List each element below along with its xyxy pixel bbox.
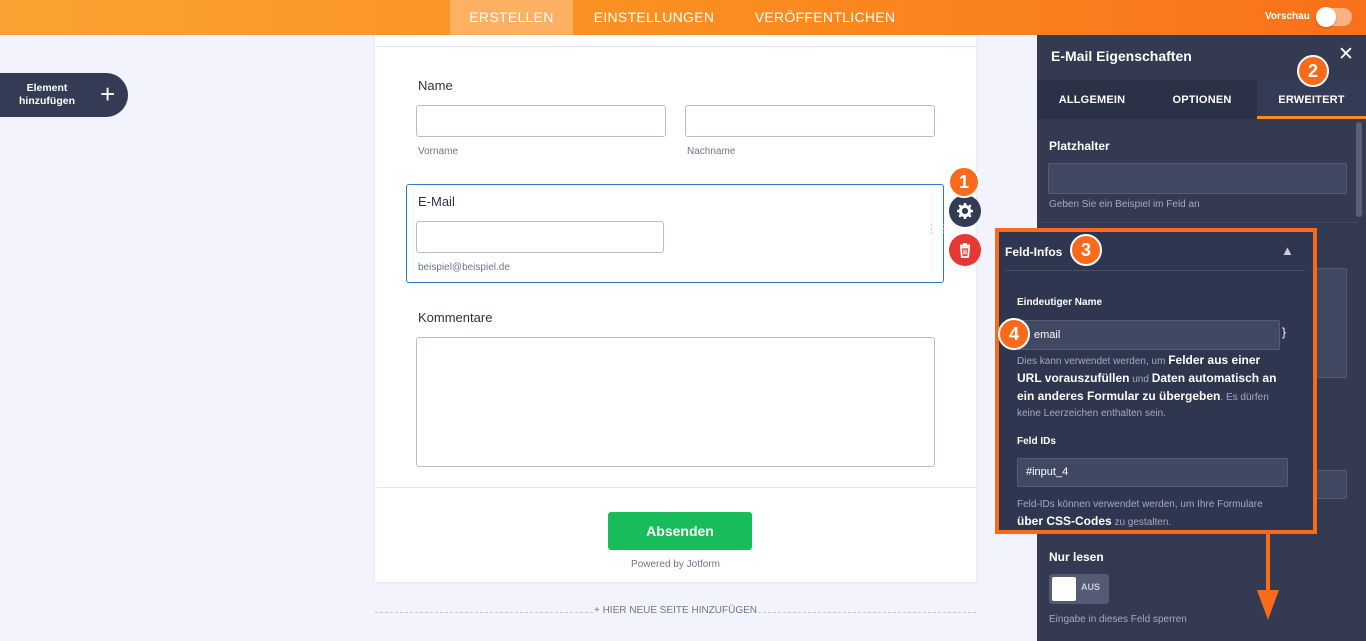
- desc-part-1: Dies kann verwendet werden, um: [1017, 356, 1169, 367]
- tab-einstellungen[interactable]: EINSTELLUNGEN: [580, 0, 728, 35]
- tab-erstellen[interactable]: ERSTELLEN: [450, 0, 573, 35]
- unique-name-input[interactable]: email: [1017, 320, 1280, 350]
- preview-toggle-knob[interactable]: [1316, 7, 1336, 27]
- add-new-page-link[interactable]: + HIER NEUE SEITE HINZUFÜGEN: [375, 605, 976, 616]
- first-name-sublabel: Vorname: [418, 146, 459, 157]
- annotation-badge-3: 3: [1070, 234, 1102, 266]
- readonly-label: Nur lesen: [1049, 550, 1104, 564]
- unique-name-label: Eindeutiger Name: [1017, 297, 1103, 308]
- add-element-label: Element hinzufügen: [12, 82, 82, 108]
- panel-title: E-Mail Eigenschaften: [1051, 48, 1192, 64]
- ids-desc-part-1: Feld-IDs können verwendet werden, um Ihr…: [1017, 499, 1263, 510]
- comments-label: Kommentare: [418, 310, 493, 325]
- field-info-divider: [1005, 270, 1305, 271]
- comments-textarea[interactable]: [416, 337, 935, 467]
- field-ids-description: Feld-IDs können verwendet werden, um Ihr…: [1017, 497, 1287, 531]
- placeholder-input[interactable]: [1048, 163, 1347, 194]
- tab-allgemein[interactable]: ALLGEMEIN: [1037, 80, 1147, 119]
- trash-icon: [960, 243, 970, 258]
- annotation-arrow-shaft: [1266, 534, 1270, 594]
- add-element-label-line1: Element: [26, 82, 68, 94]
- placeholder-label: Platzhalter: [1049, 139, 1110, 153]
- email-label: E-Mail: [418, 194, 455, 209]
- submit-button[interactable]: Absenden: [608, 512, 752, 550]
- plus-icon: +: [100, 79, 116, 109]
- field-ids-input[interactable]: #input_4: [1017, 458, 1288, 487]
- readonly-hint: Eingabe in dieses Feld sperren: [1049, 614, 1187, 625]
- readonly-toggle-knob[interactable]: [1052, 577, 1076, 601]
- annotation-badge-2: 2: [1297, 55, 1329, 87]
- powered-by-text: Powered by Jotform: [631, 559, 720, 570]
- tab-veroeffentlichen[interactable]: VERÖFFENTLICHEN: [745, 0, 905, 35]
- card-top-divider: [375, 46, 976, 47]
- card-bottom-divider: [375, 487, 976, 488]
- unique-name-description: Dies kann verwendet werden, um Felder au…: [1017, 352, 1287, 422]
- chevron-up-icon[interactable]: ▲: [1281, 243, 1294, 258]
- add-element-label-line2: hinzufügen: [19, 95, 75, 107]
- close-icon[interactable]: ✕: [1338, 45, 1354, 65]
- name-label: Name: [418, 78, 453, 93]
- css-codes-link[interactable]: über CSS-Codes: [1017, 514, 1112, 528]
- hidden-input-edge[interactable]: [1313, 470, 1347, 499]
- field-ids-label: Feld IDs: [1017, 436, 1056, 447]
- field-settings-button[interactable]: [949, 195, 981, 227]
- field-info-title[interactable]: Feld-Infos: [1005, 245, 1062, 259]
- drag-handle-icon[interactable]: ⋮⋮: [926, 224, 949, 241]
- arrow-down-icon: [1257, 590, 1279, 620]
- ids-desc-part-3: zu gestalten.: [1111, 517, 1172, 528]
- readonly-state: AUS: [1081, 582, 1101, 592]
- email-sublabel: beispiel@beispiel.de: [418, 262, 510, 273]
- placeholder-hint: Geben Sie ein Beispiel im Feld an: [1049, 199, 1200, 210]
- hidden-textarea-edge[interactable]: [1313, 268, 1347, 378]
- last-name-sublabel: Nachname: [687, 146, 736, 157]
- annotation-badge-4: 4: [998, 318, 1030, 350]
- annotation-badge-1: 1: [948, 166, 980, 198]
- gear-icon: [957, 203, 973, 219]
- panel-divider: [1037, 222, 1357, 223]
- last-name-input[interactable]: [685, 105, 935, 137]
- panel-scrollbar[interactable]: [1356, 122, 1362, 217]
- add-element-button[interactable]: Element hinzufügen +: [0, 73, 128, 117]
- delete-field-button[interactable]: [949, 234, 981, 266]
- first-name-input[interactable]: [416, 105, 666, 137]
- unique-name-brace: }: [1282, 325, 1287, 339]
- email-input[interactable]: [416, 221, 664, 253]
- tab-optionen[interactable]: OPTIONEN: [1147, 80, 1257, 119]
- preview-label: Vorschau: [1265, 11, 1310, 22]
- desc-part-3: und: [1129, 374, 1152, 385]
